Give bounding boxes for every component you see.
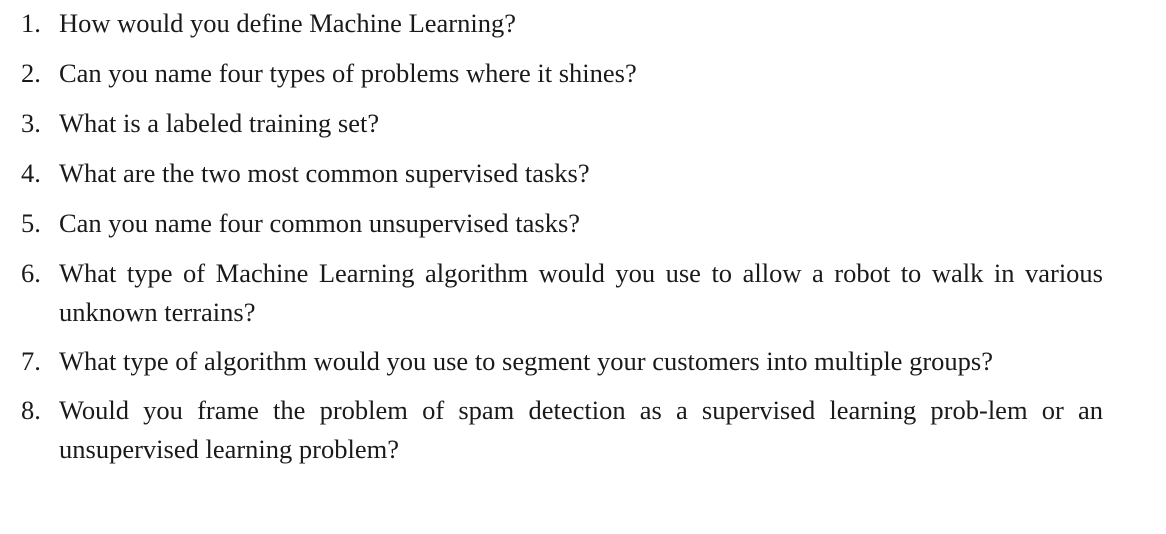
question-text: What are the two most common supervised …	[59, 158, 590, 188]
list-item: 5. Can you name four common unsupervised…	[21, 204, 1103, 243]
item-number: 7.	[21, 346, 41, 376]
list-item: 8. Would you frame the problem of spam d…	[21, 391, 1103, 469]
list-item: 6. What type of Machine Learning algorit…	[21, 254, 1103, 332]
question-text: Can you name four types of problems wher…	[59, 58, 637, 88]
item-number: 4.	[21, 158, 41, 188]
question-text: What type of algorithm would you use to …	[59, 346, 993, 376]
question-text: Would you frame the problem of spam dete…	[59, 395, 1103, 464]
list-item: 7. What type of algorithm would you use …	[21, 342, 1103, 381]
question-text: How would you define Machine Learning?	[59, 8, 516, 38]
item-number: 5.	[21, 208, 41, 238]
question-text: Can you name four common unsupervised ta…	[59, 208, 581, 238]
document-page: 1. How would you define Machine Learning…	[0, 0, 1166, 534]
question-text: What type of Machine Learning algorithm …	[59, 258, 1103, 327]
question-list: 1. How would you define Machine Learning…	[21, 4, 1103, 479]
list-item: 4. What are the two most common supervis…	[21, 154, 1103, 193]
item-number: 2.	[21, 58, 41, 88]
item-number: 8.	[21, 395, 41, 425]
item-number: 6.	[21, 258, 41, 288]
list-item: 2. Can you name four types of problems w…	[21, 54, 1103, 93]
list-item: 1. How would you define Machine Learning…	[21, 4, 1103, 43]
item-number: 3.	[21, 108, 41, 138]
item-number: 1.	[21, 8, 41, 38]
list-item: 3. What is a labeled training set?	[21, 104, 1103, 143]
question-text: What is a labeled training set?	[59, 108, 380, 138]
